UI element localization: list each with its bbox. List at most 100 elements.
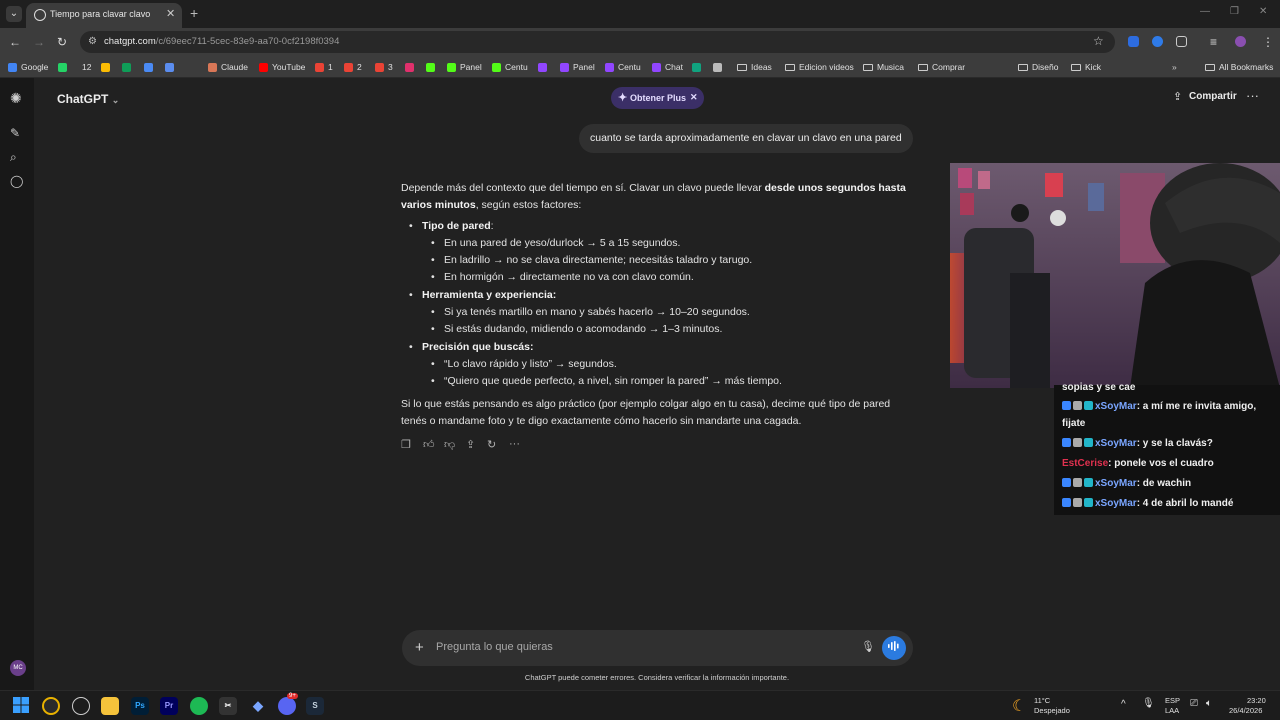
extension-icon[interactable] (1152, 36, 1163, 47)
back-arrow-icon[interactable]: ← (9, 35, 21, 49)
more-options-icon[interactable]: ··· (1246, 88, 1259, 103)
bookmark-item[interactable]: 12 (82, 60, 91, 74)
answer-section-title: Tipo de pared: (401, 218, 911, 236)
address-bar[interactable]: ⚙ chatgpt.com/c/69eec711-5cec-83e9-aa70-… (80, 31, 1115, 53)
reading-list-icon[interactable]: ≡ (1210, 35, 1217, 49)
sparkle-icon: ✦ (618, 92, 628, 104)
thumbs-up-icon[interactable]: 👍︎ (423, 438, 435, 451)
bookmark-folder[interactable]: Ideas (737, 60, 772, 74)
chat-username[interactable]: xSoyMar (1095, 401, 1137, 412)
file-explorer-icon[interactable] (101, 697, 119, 715)
bookmark-star-icon[interactable]: ☆ (1093, 34, 1104, 48)
chat-username[interactable]: xSoyMar (1095, 478, 1137, 489)
bookmark-item[interactable]: Claude (208, 60, 248, 74)
bookmark-item[interactable] (101, 60, 114, 74)
get-plus-button[interactable]: ✦ Obtener Plus ✕ (611, 87, 704, 109)
new-chat-icon[interactable]: ✎ (10, 126, 20, 140)
browser-menu-icon[interactable]: ⋮ (1262, 35, 1274, 49)
chats-library-icon[interactable]: ◯ (10, 174, 23, 188)
tab-search-button[interactable]: ⌄ (6, 6, 22, 22)
reload-icon[interactable]: ↻ (57, 35, 67, 49)
steam-icon[interactable]: S (306, 697, 324, 715)
bookmark-item[interactable]: Chat (652, 60, 683, 74)
bookmark-folder[interactable]: Comprar (918, 60, 965, 74)
attach-plus-icon[interactable]: + (415, 639, 424, 656)
windows-start-icon[interactable] (12, 697, 30, 715)
bookmark-item[interactable] (144, 60, 157, 74)
bookmark-folder[interactable]: Kick (1071, 60, 1101, 74)
search-icon[interactable]: ⌕ (10, 150, 17, 165)
openai-logo-icon[interactable]: ✺ (10, 90, 22, 107)
profile-icon[interactable] (1235, 36, 1246, 47)
volume-icon[interactable]: 🔈︎ (1206, 698, 1212, 709)
bookmark-folder[interactable]: Edicion videos (785, 60, 854, 74)
thumbs-down-icon[interactable]: 👎︎ (444, 438, 455, 451)
close-window-button[interactable]: ✕ (1259, 6, 1267, 17)
share-icon[interactable]: ⇪ (466, 438, 475, 451)
bookmark-item[interactable]: Google (8, 60, 48, 74)
bookmark-item[interactable] (122, 60, 135, 74)
regenerate-icon[interactable]: ↻ (487, 438, 496, 451)
premiere-icon[interactable]: Pr (160, 697, 178, 715)
model-selector[interactable]: ChatGPT ⌄ (57, 92, 119, 106)
bookmark-item[interactable]: Panel (447, 60, 482, 74)
bookmark-item[interactable] (405, 60, 418, 74)
bookmark-item[interactable]: Centu (605, 60, 641, 74)
all-bookmarks-folder[interactable]: All Bookmarks (1205, 60, 1273, 74)
chrome-icon[interactable] (42, 697, 60, 715)
url-text[interactable]: chatgpt.com/c/69eec711-5cec-83e9-aa70-0c… (104, 36, 339, 47)
bookmark-item[interactable] (426, 60, 439, 74)
bookmark-item[interactable]: 1 (315, 60, 333, 74)
bookmark-item[interactable] (538, 60, 551, 74)
folder-icon (737, 63, 747, 71)
bookmark-favicon-icon (344, 62, 353, 72)
bookmark-item[interactable]: 2 (344, 60, 362, 74)
site-info-icon[interactable]: ⚙ (88, 36, 97, 47)
extension-icon[interactable] (1128, 36, 1139, 47)
spotify-icon[interactable] (190, 697, 208, 715)
bookmark-item[interactable] (692, 60, 705, 74)
chat-username[interactable]: xSoyMar (1095, 498, 1137, 509)
app-icon[interactable] (72, 697, 90, 715)
share-icon[interactable]: ⇪ (1173, 90, 1182, 103)
language-1[interactable]: ESP (1165, 696, 1180, 705)
forward-arrow-icon[interactable]: → (33, 35, 45, 49)
copy-icon[interactable]: ❐ (401, 438, 411, 451)
tab-close-icon[interactable]: ✕ (166, 7, 175, 20)
bookmark-item[interactable]: Panel (560, 60, 595, 74)
new-tab-button[interactable]: + (190, 5, 198, 21)
discord-badge: 9+ (287, 693, 298, 699)
chat-username[interactable]: EstCerise (1062, 458, 1108, 469)
bookmark-item[interactable]: 3 (375, 60, 393, 74)
network-icon[interactable]: ⎚ (1190, 698, 1198, 709)
close-icon[interactable]: ✕ (690, 92, 698, 103)
clock-date[interactable]: 26/4/2026 (1229, 706, 1262, 715)
chat-username[interactable]: xSoyMar (1095, 438, 1137, 449)
minimize-button[interactable]: — (1200, 6, 1210, 17)
chevron-up-icon[interactable]: ^ (1121, 699, 1126, 710)
more-bookmarks-icon[interactable]: » (1172, 60, 1177, 74)
bookmark-item[interactable]: YouTube (259, 60, 305, 74)
browser-tab-active[interactable]: Tiempo para clavar clavo ✕ (26, 3, 182, 28)
prompt-input[interactable]: Pregunta lo que quieras (436, 641, 553, 653)
language-2[interactable]: LAA (1165, 706, 1179, 715)
app-icon[interactable]: ◆ (249, 697, 267, 715)
bookmark-item[interactable]: Centu (492, 60, 528, 74)
bookmark-item[interactable] (165, 60, 178, 74)
capcut-icon[interactable]: ✂ (219, 697, 237, 715)
share-button[interactable]: Compartir (1189, 91, 1237, 102)
extensions-puzzle-icon[interactable] (1176, 36, 1187, 47)
bookmark-folder[interactable]: Musica (863, 60, 904, 74)
bookmark-folder[interactable]: Diseño (1018, 60, 1058, 74)
discord-icon[interactable] (278, 697, 296, 715)
microphone-icon[interactable]: 🎙︎ (1142, 698, 1155, 709)
bookmark-item[interactable] (713, 60, 726, 74)
bookmark-item[interactable] (58, 60, 71, 74)
maximize-button[interactable]: ❐ (1230, 6, 1239, 17)
more-icon[interactable]: ··· (509, 438, 520, 450)
photoshop-icon[interactable]: Ps (131, 697, 149, 715)
microphone-icon[interactable]: 🎙︎ (861, 640, 875, 653)
stream-chat-message: xSoyMar: y se la clavás? (1062, 438, 1213, 449)
clock-time[interactable]: 23:20 (1247, 696, 1266, 705)
voice-mode-button[interactable] (882, 636, 906, 660)
